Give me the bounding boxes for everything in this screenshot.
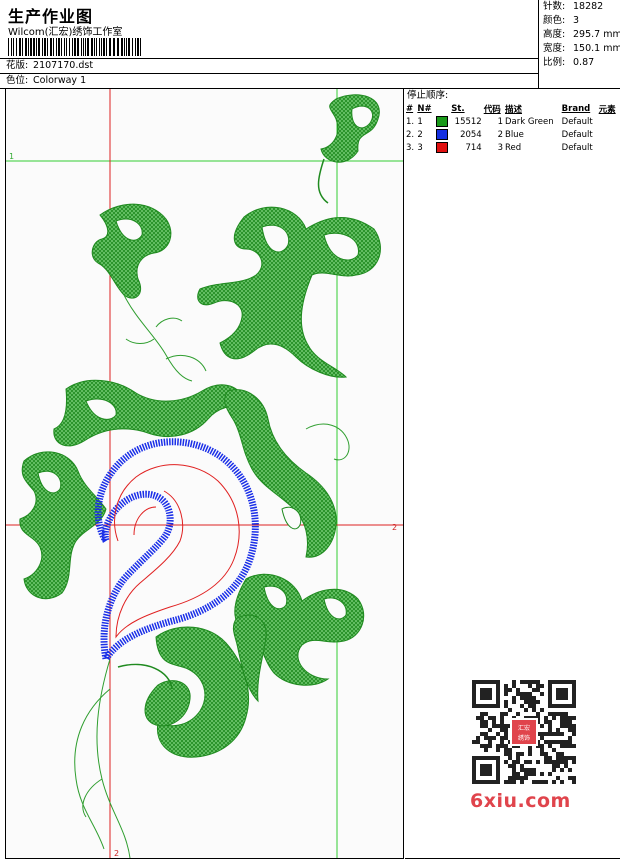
- stat-value: 0.87: [573, 57, 595, 68]
- col-header: Brand: [561, 103, 591, 114]
- color-swatch: [435, 116, 448, 127]
- row-brand: Default: [561, 142, 593, 153]
- stat-label: 比例:: [543, 57, 566, 68]
- stat-width: 宽度: 150.1 mm: [540, 42, 620, 56]
- row-element: [598, 128, 619, 141]
- row-swatch: [435, 141, 451, 154]
- watermark-site: 6xiu.com: [470, 790, 571, 812]
- stop-sequence-title: 停止顺序:: [407, 90, 449, 101]
- col-header: N#: [417, 103, 432, 114]
- stat-height: 高度: 295.7 mm: [540, 28, 620, 42]
- stat-value: 3: [573, 15, 580, 26]
- row-index: 1.: [406, 116, 415, 127]
- stop-sequence-table: # N# St. 代码 描述 Brand 元素 1. 1 15512 1 Dar…: [405, 102, 619, 154]
- col-header: [435, 102, 451, 115]
- table-row: 1. 1 15512 1 Dark Green Default: [405, 115, 619, 128]
- row-element: [598, 115, 619, 128]
- row-brand: Default: [561, 116, 593, 127]
- green-floral-motif: [19, 94, 381, 758]
- design-preview: 1 2 2: [5, 89, 404, 859]
- row-element: [598, 141, 619, 154]
- stat-label: 颜色:: [543, 15, 566, 26]
- design-file-line: 花版: 2107170.dst: [0, 59, 538, 73]
- col-header: 描述: [504, 104, 522, 115]
- header-left: 生产作业图 Wilcom(汇宏)绣饰工作室 花版: 2107170.dst 色位…: [0, 0, 539, 88]
- row-stitches: 714: [465, 142, 482, 153]
- col-header: 代码: [483, 104, 501, 115]
- guide-label-green: 1: [9, 152, 14, 161]
- row-stitches: 15512: [454, 116, 482, 127]
- table-row: 3. 3 714 3 Red Default: [405, 141, 619, 154]
- stat-value: 150.1 mm: [573, 43, 620, 54]
- stat-label: 针数:: [543, 1, 566, 12]
- table-row: 2. 2 2054 2 Blue Default: [405, 128, 619, 141]
- stat-label: 宽度:: [543, 43, 566, 54]
- sheet-header: 生产作业图 Wilcom(汇宏)绣饰工作室 花版: 2107170.dst 色位…: [0, 0, 620, 89]
- row-code: 3: [497, 142, 503, 153]
- row-index: 2.: [406, 129, 415, 140]
- colorway-label: 色位:: [6, 75, 29, 86]
- blue-heart-outline: [94, 438, 259, 669]
- svg-text:绣饰: 绣饰: [518, 734, 530, 742]
- row-brand: Default: [561, 129, 593, 140]
- stat-label: 高度:: [543, 29, 566, 40]
- col-header: St.: [451, 103, 465, 114]
- design-file-value: 2107170.dst: [33, 60, 94, 71]
- table-header-row: # N# St. 代码 描述 Brand 元素: [405, 102, 619, 115]
- row-code: 1: [497, 116, 503, 127]
- colorway-value: Colorway 1: [33, 75, 87, 86]
- colorway-line: 色位: Colorway 1: [0, 73, 538, 88]
- guide-label-red-horizontal: 2: [392, 523, 397, 532]
- color-swatch: [435, 142, 448, 153]
- col-header: #: [406, 103, 414, 114]
- barcode: [8, 38, 141, 56]
- guide-label-red-vertical: 2: [114, 849, 119, 858]
- row-number: 3: [417, 142, 423, 153]
- row-swatch: [435, 115, 451, 128]
- row-description: Blue: [504, 129, 524, 140]
- green-stem-lines: [74, 294, 350, 858]
- design-stats: 针数: 18282 颜色: 3 高度: 295.7 mm 宽度: 150.1 mm 比例…: [540, 0, 620, 88]
- stat-stitches: 针数: 18282: [540, 0, 620, 14]
- svg-text:汇宏: 汇宏: [518, 724, 530, 732]
- row-swatch: [435, 128, 451, 141]
- embroidery-canvas: 1 2 2: [6, 89, 403, 858]
- qr-code: 汇宏绣饰: [472, 680, 576, 784]
- header-info: 花版: 2107170.dst 色位: Colorway 1: [0, 58, 538, 88]
- row-index: 3.: [406, 142, 415, 153]
- stat-value: 295.7 mm: [573, 29, 620, 40]
- col-header: 元素: [598, 104, 616, 115]
- design-label: 花版:: [6, 60, 29, 71]
- stat-colors: 颜色: 3: [540, 14, 620, 28]
- row-description: Dark Green: [504, 116, 554, 127]
- production-sheet: 生产作业图 Wilcom(汇宏)绣饰工作室 花版: 2107170.dst 色位…: [0, 0, 620, 861]
- row-number: 2: [417, 129, 423, 140]
- row-code: 2: [497, 129, 503, 140]
- row-number: 1: [417, 116, 423, 127]
- company-name: Wilcom(汇宏)绣饰工作室: [8, 27, 123, 38]
- row-description: Red: [504, 142, 522, 153]
- color-swatch: [435, 129, 448, 140]
- stat-scale: 比例: 0.87: [540, 56, 620, 70]
- row-stitches: 2054: [460, 129, 482, 140]
- stat-value: 18282: [573, 1, 604, 12]
